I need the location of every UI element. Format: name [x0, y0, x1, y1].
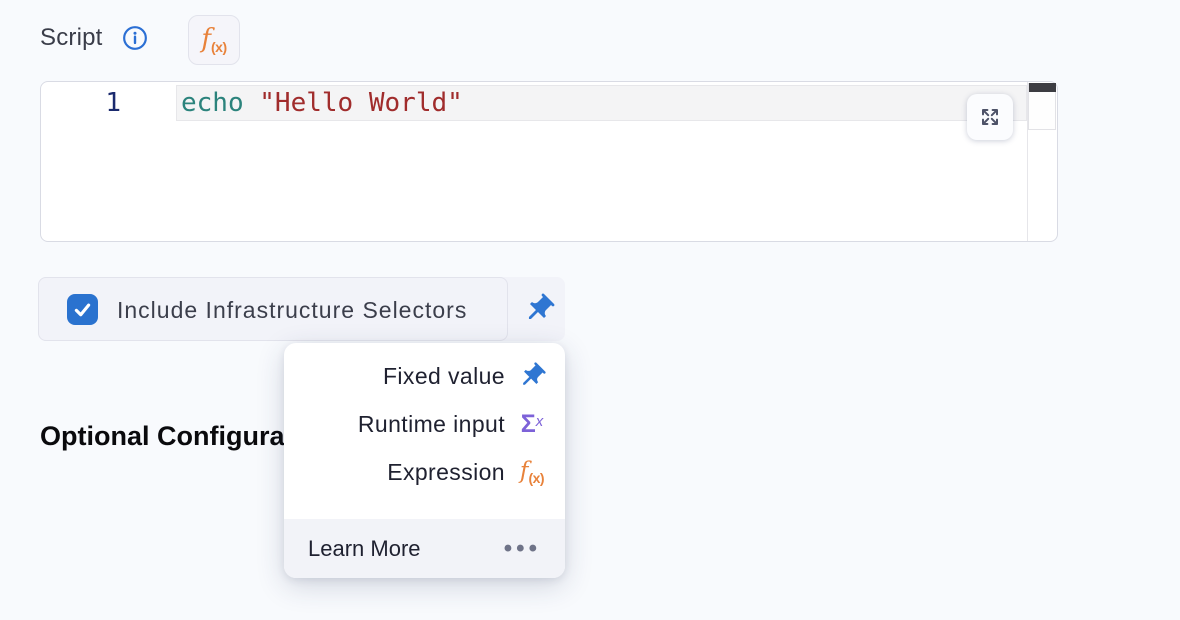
editor-line-number: 1 — [41, 85, 121, 121]
menu-item-runtime-input[interactable]: Runtime input Σx — [284, 400, 565, 448]
more-options-icon: ••• — [504, 537, 541, 561]
info-icon[interactable] — [122, 25, 148, 51]
menu-item-label: Runtime input — [358, 411, 505, 438]
fx-icon: f(x) — [201, 26, 226, 54]
code-command-token: echo — [181, 88, 244, 118]
infrastructure-selectors-field: Include Infrastructure Selectors — [38, 277, 508, 341]
value-type-pin-button[interactable] — [520, 290, 558, 328]
optional-configuration-heading: Optional Configura — [40, 421, 284, 452]
code-string-token: "Hello World" — [259, 88, 463, 118]
checkmark-icon — [72, 299, 93, 320]
learn-more-item[interactable]: Learn More ••• — [284, 519, 565, 578]
menu-item-expression[interactable]: Expression f(x) — [284, 448, 565, 496]
pin-icon — [522, 292, 556, 326]
value-type-menu: Fixed value Runtime input Σx Expression … — [284, 343, 565, 578]
menu-item-fixed-value[interactable]: Fixed value — [284, 352, 565, 400]
sigma-x-icon: Σx — [515, 407, 549, 441]
infrastructure-selectors-row: Include Infrastructure Selectors — [38, 277, 565, 341]
expand-editor-button[interactable] — [967, 94, 1013, 140]
fx-icon: f(x) — [515, 455, 549, 489]
expression-toggle-button[interactable]: f(x) — [188, 15, 240, 65]
script-section-label: Script — [40, 24, 103, 52]
editor-code-line[interactable]: echo "Hello World" — [181, 85, 463, 121]
learn-more-label: Learn More — [308, 536, 421, 562]
editor-scrollbar-thumb[interactable] — [1029, 83, 1056, 92]
expand-icon — [978, 105, 1002, 129]
menu-item-label: Expression — [387, 459, 505, 486]
script-code-editor[interactable]: 1 echo "Hello World" — [40, 81, 1058, 242]
pin-icon — [515, 359, 549, 393]
include-selectors-checkbox[interactable] — [67, 294, 98, 325]
menu-item-label: Fixed value — [383, 363, 505, 390]
include-selectors-label: Include Infrastructure Selectors — [117, 278, 467, 342]
